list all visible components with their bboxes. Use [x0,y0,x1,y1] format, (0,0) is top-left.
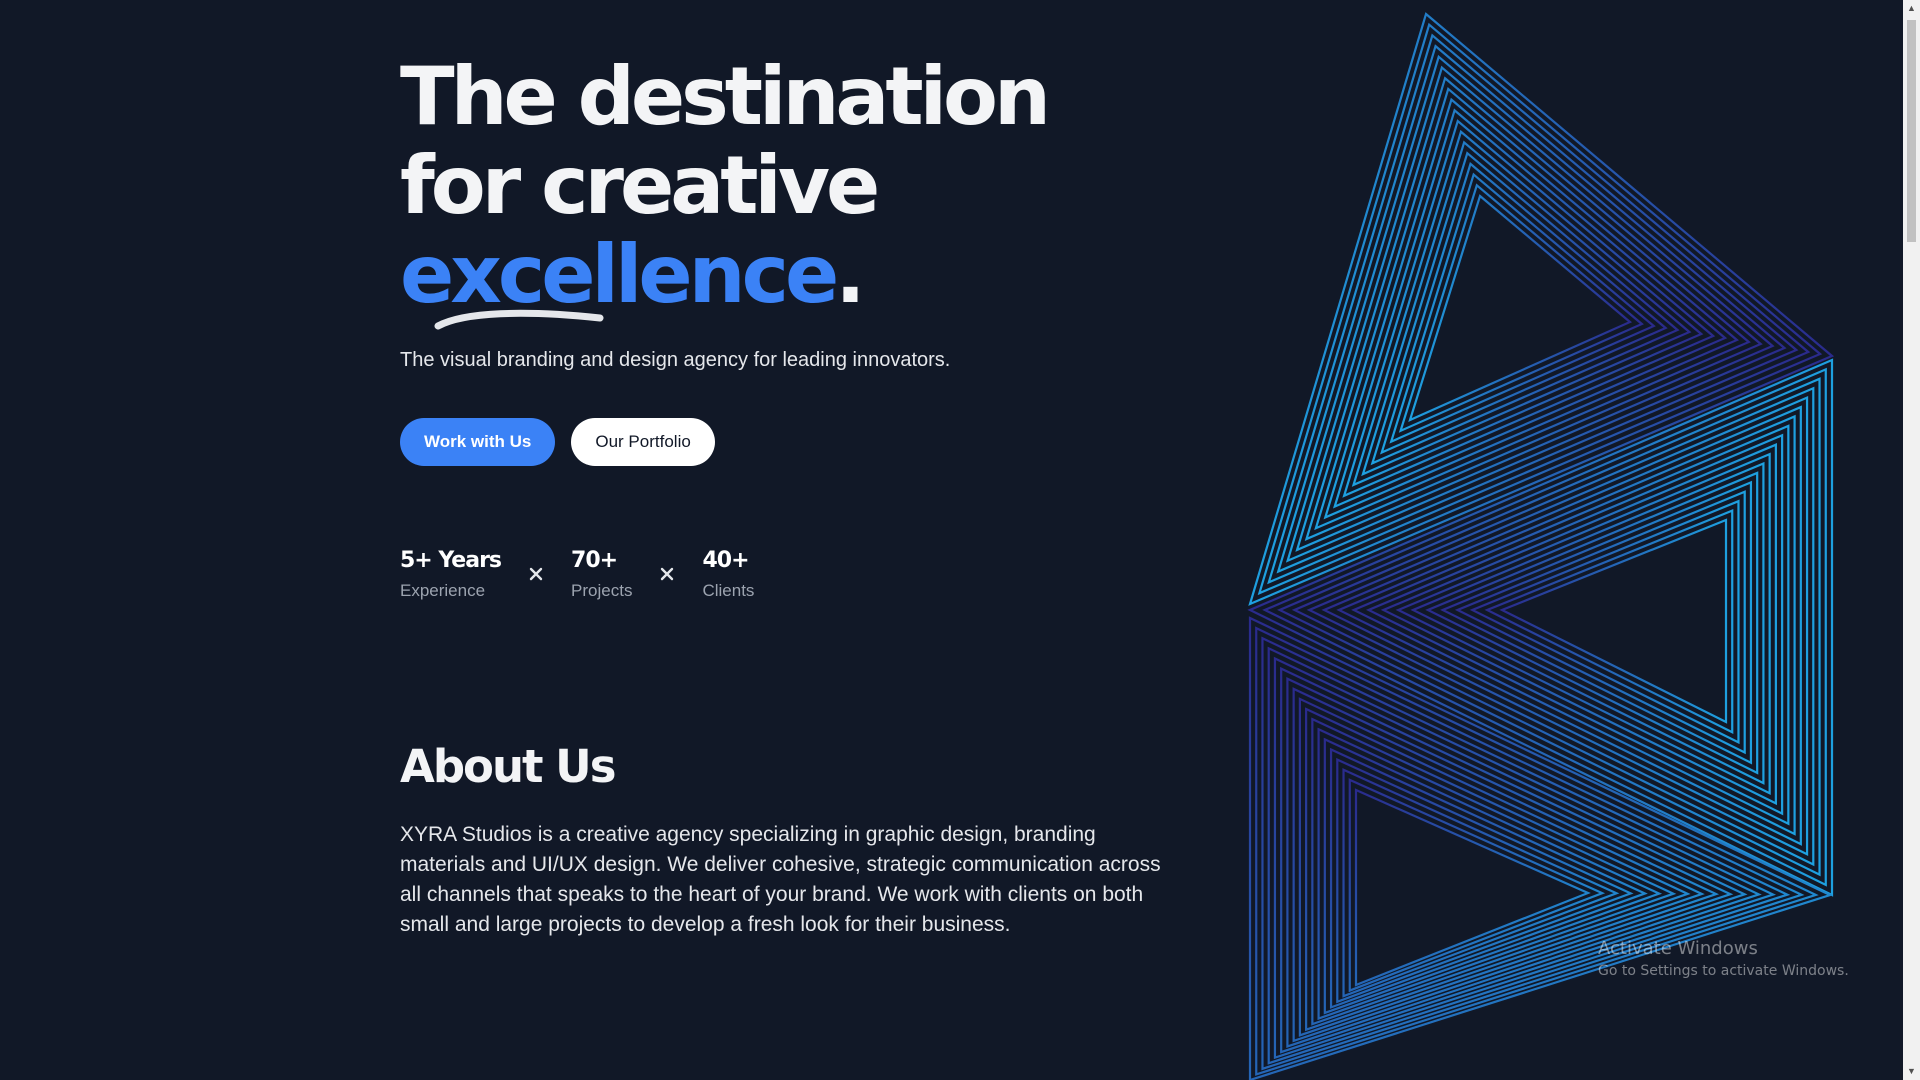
stat-projects: 70+ Projects [571,545,632,601]
stats-row: 5+ Years Experience 70+ Projects 40+ Cli… [400,545,754,601]
stat-value: 70+ [571,548,618,573]
headline-line-1: The destination [400,50,1051,143]
cta-buttons: Work with Us Our Portfolio [400,418,715,466]
headline-period: . [835,228,865,321]
x-cross-icon [661,567,674,581]
headline-accent-word: excellence [400,230,839,330]
windows-activation-watermark: Activate Windows Go to Settings to activ… [1598,938,1849,979]
about-body: XYRA Studios is a creative agency specia… [400,823,1161,936]
x-cross-icon [529,567,543,581]
stat-clients: 40+ Clients [702,545,754,601]
stat-value: 40+ [702,548,749,573]
stat-label: Clients [702,581,755,600]
our-portfolio-button[interactable]: Our Portfolio [571,418,715,466]
landing-page: The destination for creative excellence.… [0,0,1920,1080]
hero-headline: The destination for creative excellence. [400,50,1160,330]
hero-subtitle: The visual branding and design agency fo… [400,349,951,371]
stat-value: 5+ Years [400,548,502,573]
art-line [1342,119,1716,498]
headline-line-3: excellence. [400,228,1160,330]
about-title: About Us [400,740,616,793]
chevron-up-icon[interactable]: ▲ [1903,0,1920,17]
work-with-us-button[interactable]: Work with Us [400,418,556,466]
watermark-subtitle: Go to Settings to activate Windows. [1598,963,1849,979]
hero-section: The destination for creative excellence. [400,50,1160,330]
chevron-down-icon[interactable]: ▼ [1903,1063,1920,1080]
headline-line-2: for creative [400,139,880,232]
triangle-artwork [1247,12,1835,1080]
scrollbar-thumb[interactable] [1907,20,1916,242]
underline-squiggle-icon [434,309,604,330]
stat-label: Projects [571,581,633,600]
vertical-scrollbar[interactable]: ▲ ▼ [1903,0,1920,1080]
stat-label: Experience [400,581,486,600]
watermark-title: Activate Windows [1598,938,1758,959]
stat-experience: 5+ Years Experience [400,545,502,601]
